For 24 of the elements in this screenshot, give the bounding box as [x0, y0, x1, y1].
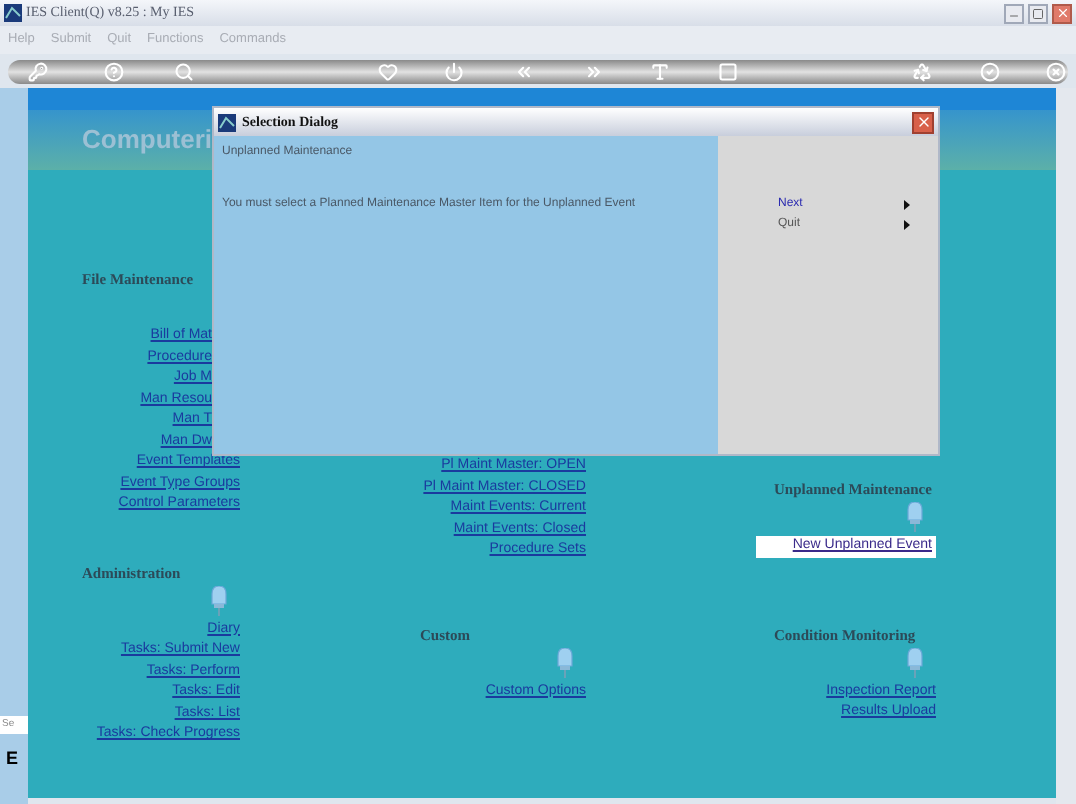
minimize-button[interactable]	[1004, 3, 1024, 23]
close-icon[interactable]	[1046, 61, 1066, 81]
heart-icon[interactable]	[378, 61, 398, 81]
search-icon[interactable]	[174, 61, 194, 81]
close-icon	[1055, 6, 1069, 20]
help-icon[interactable]	[104, 61, 124, 81]
app-icon	[4, 4, 22, 22]
dialog-icon	[218, 113, 236, 131]
minimize-icon	[1008, 9, 1020, 21]
double-left-icon[interactable]	[514, 61, 534, 81]
side-letter: E	[4, 746, 21, 772]
banner-title: Computeri	[82, 122, 212, 159]
key-icon[interactable]	[28, 61, 48, 81]
square-icon[interactable]	[718, 61, 738, 81]
text-icon[interactable]	[650, 61, 670, 81]
dialog-close-button[interactable]	[912, 111, 934, 133]
double-right-icon[interactable]	[584, 61, 604, 81]
maximize-icon	[1032, 7, 1044, 19]
recycle-icon[interactable]	[912, 61, 932, 81]
close-icon	[915, 114, 931, 130]
power-icon[interactable]	[444, 61, 464, 81]
close-button[interactable]	[1052, 3, 1072, 23]
maximize-button[interactable]	[1028, 3, 1048, 23]
check-icon[interactable]	[980, 61, 1000, 81]
